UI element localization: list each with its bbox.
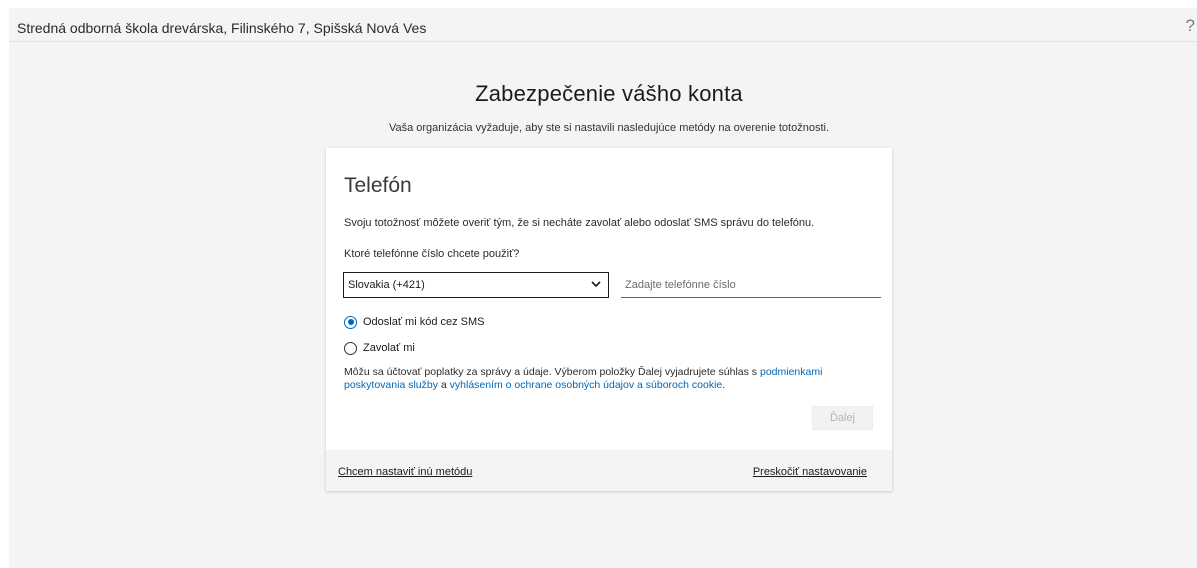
chevron-down-icon — [591, 281, 601, 288]
phone-number-question: Ktoré telefónne číslo chcete použiť? — [344, 248, 520, 260]
call-option[interactable]: Zavolať mi — [344, 340, 415, 356]
next-button[interactable]: Ďalej — [812, 406, 873, 430]
page-title: Zabezpečenie vášho konta — [475, 81, 743, 106]
card-title: Telefón — [344, 174, 412, 197]
sms-option[interactable]: Odoslať mi kód cez SMS — [344, 314, 485, 330]
help-icon[interactable]: ? — [1186, 16, 1195, 36]
legal-text-middle: a — [437, 379, 450, 391]
legal-text-before: Môžu sa účtovať poplatky za správy a úda… — [344, 366, 760, 378]
card-description: Svoju totožnosť môžete overiť tým, že si… — [344, 217, 815, 229]
radio-checked-icon[interactable] — [344, 315, 357, 329]
privacy-link[interactable]: vyhlásením o ochrane osobných údajov a s… — [450, 379, 723, 391]
legal-notice: Môžu sa účtovať poplatky za správy a úda… — [344, 366, 874, 392]
organization-name: Stredná odborná škola drevárska, Filinsk… — [17, 20, 427, 36]
country-code-value: Slovakia (+421) — [348, 279, 425, 291]
country-code-select[interactable]: Slovakia (+421) — [343, 272, 609, 298]
page-subtitle: Vaša organizácia vyžaduje, aby ste si na… — [388, 122, 830, 134]
radio-unchecked-icon[interactable] — [344, 341, 357, 355]
top-bar: Stredná odborná škola drevárska, Filinsk… — [9, 8, 1197, 42]
skip-setup-link[interactable]: Preskočiť nastavovanie — [753, 466, 867, 478]
phone-number-input[interactable] — [621, 272, 881, 298]
card-footer: Chcem nastaviť inú metódu Preskočiť nast… — [326, 450, 892, 491]
other-method-link[interactable]: Chcem nastaviť inú metódu — [338, 466, 472, 478]
call-option-label: Zavolať mi — [363, 342, 415, 354]
sms-option-label: Odoslať mi kód cez SMS — [363, 316, 485, 328]
legal-text-after: . — [722, 379, 726, 391]
phone-setup-card: Telefón Svoju totožnosť môžete overiť tý… — [326, 148, 892, 491]
